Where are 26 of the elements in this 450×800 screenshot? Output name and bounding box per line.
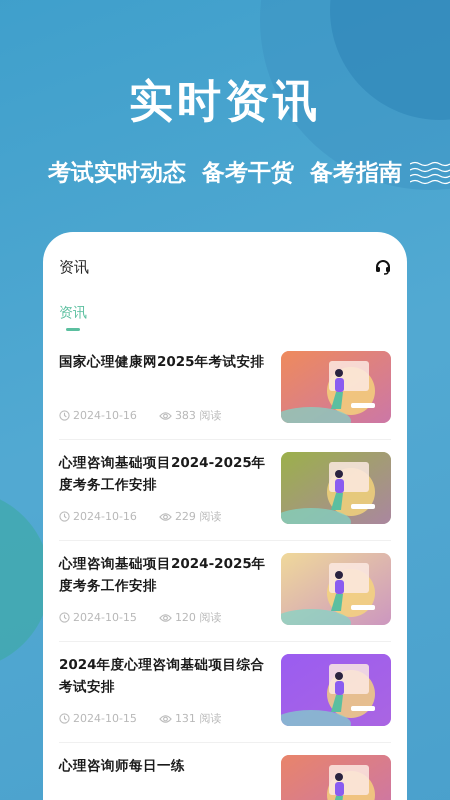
eye-icon — [158, 410, 172, 420]
article-date: 2024-10-16 — [73, 409, 137, 422]
clock-icon — [59, 612, 70, 623]
eye-icon — [158, 612, 172, 622]
clock-icon — [59, 713, 70, 724]
screen-title: 资讯 — [59, 258, 89, 276]
clock-icon — [59, 410, 70, 421]
article-title[interactable]: 2024年度心理咨询基础项目综合考试安排 — [59, 654, 271, 698]
article-date: 2024-10-15 — [73, 712, 137, 725]
article-title[interactable]: 心理咨询基础项目2024-2025年度考务工作安排 — [59, 452, 271, 496]
headset-icon[interactable] — [375, 259, 391, 275]
banner-subtitle: 考试实时动态 备考干货 备考指南 — [48, 159, 402, 188]
view-count: 383 阅读 — [174, 408, 222, 423]
eye-icon — [158, 512, 172, 522]
wave-icon — [410, 160, 450, 184]
article-date: 2024-10-16 — [73, 510, 137, 523]
article-date: 2024-10-15 — [73, 611, 137, 624]
eye-icon — [158, 714, 172, 724]
article-title[interactable]: 国家心理健康网2025年考试安排 — [59, 351, 271, 373]
view-count: 131 阅读 — [174, 711, 222, 726]
view-count: 229 阅读 — [174, 509, 222, 524]
article-title[interactable]: 心理咨询师每日一练 — [59, 755, 271, 777]
view-count: 120 阅读 — [174, 610, 222, 625]
banner-title: 实时资讯 — [129, 75, 321, 129]
article-title[interactable]: 心理咨询基础项目2024-2025年度考务工作安排 — [59, 553, 271, 597]
clock-icon — [59, 511, 70, 522]
